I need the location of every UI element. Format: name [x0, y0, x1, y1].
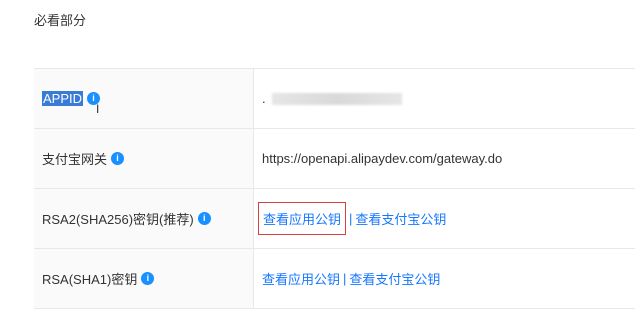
settings-table: APPID i I . 支付宝网关 i https://openapi.alip…	[34, 68, 635, 309]
view-app-public-key-link[interactable]: 查看应用公钥	[263, 212, 341, 227]
table-row: APPID i I .	[34, 69, 635, 129]
info-icon[interactable]: i	[141, 272, 155, 285]
table-row: RSA2(SHA256)密钥(推荐) i 查看应用公钥 | 查看支付宝公钥	[34, 189, 635, 249]
view-alipay-public-key-link[interactable]: 查看支付宝公钥	[349, 269, 440, 288]
gateway-url: https://openapi.alipaydev.com/gateway.do	[262, 151, 503, 166]
view-alipay-public-key-link[interactable]: 查看支付宝公钥	[355, 209, 446, 228]
highlight-box: 查看应用公钥	[258, 202, 347, 235]
rsa-label-cell: RSA(SHA1)密钥 i	[34, 249, 254, 308]
info-icon[interactable]: i	[197, 212, 211, 225]
rsa2-label: RSA2(SHA256)密钥(推荐)	[42, 212, 194, 227]
appid-label-cell: APPID i I	[34, 69, 254, 128]
view-app-public-key-link[interactable]: 查看应用公钥	[262, 269, 340, 288]
rsa-value-cell: 查看应用公钥 | 查看支付宝公钥	[254, 249, 635, 308]
text-cursor-icon: I	[96, 102, 100, 116]
link-separator: |	[343, 271, 347, 286]
appid-value: .	[262, 91, 266, 106]
appid-value-cell: .	[254, 69, 635, 128]
table-row: RSA(SHA1)密钥 i 查看应用公钥 | 查看支付宝公钥	[34, 249, 635, 309]
rsa2-label-cell: RSA2(SHA256)密钥(推荐) i	[34, 189, 254, 248]
section-title: 必看部分	[34, 13, 87, 28]
appid-label: APPID	[42, 91, 84, 106]
rsa2-value-cell: 查看应用公钥 | 查看支付宝公钥	[254, 189, 635, 248]
gateway-label-cell: 支付宝网关 i	[34, 129, 254, 188]
gateway-value-cell: https://openapi.alipaydev.com/gateway.do	[254, 129, 635, 188]
info-icon[interactable]: i	[111, 152, 125, 165]
redacted-value	[271, 92, 402, 105]
gateway-label: 支付宝网关	[42, 152, 108, 167]
link-separator: |	[349, 211, 353, 226]
rsa-label: RSA(SHA1)密钥	[42, 272, 138, 287]
table-row: 支付宝网关 i https://openapi.alipaydev.com/ga…	[34, 129, 635, 189]
